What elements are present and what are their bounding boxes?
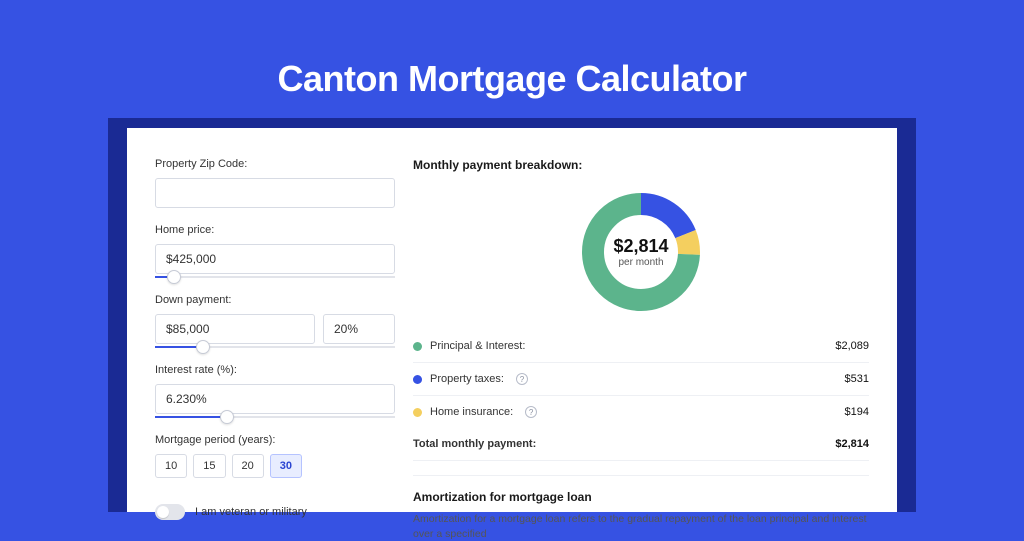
- amortization-title: Amortization for mortgage loan: [413, 490, 869, 504]
- legend-dot-icon: [413, 342, 422, 351]
- calculator-panel: Property Zip Code: Home price: Down paym…: [127, 128, 897, 512]
- amortization-text: Amortization for a mortgage loan refers …: [413, 512, 869, 541]
- zip-label: Property Zip Code:: [155, 158, 395, 170]
- toggle-knob-icon: [157, 506, 169, 518]
- donut-chart: $2,814 per month: [579, 190, 703, 314]
- interest-rate-slider[interactable]: [155, 416, 395, 418]
- legend-label: Principal & Interest:: [430, 340, 525, 352]
- interest-rate-input[interactable]: [155, 384, 395, 414]
- period-button-30[interactable]: 30: [270, 454, 302, 478]
- veteran-toggle[interactable]: [155, 504, 185, 520]
- interest-rate-label: Interest rate (%):: [155, 364, 395, 376]
- down-payment-label: Down payment:: [155, 294, 395, 306]
- legend-list: Principal & Interest: $2,089 Property taxe…: [413, 330, 869, 428]
- breakdown-title: Monthly payment breakdown:: [413, 158, 869, 172]
- legend-row: Home insurance:? $194: [413, 396, 869, 428]
- total-value: $2,814: [835, 438, 869, 450]
- down-payment-pct-input[interactable]: [323, 314, 395, 344]
- info-icon[interactable]: ?: [525, 406, 537, 418]
- donut-amount: $2,814: [613, 236, 668, 257]
- slider-handle-icon[interactable]: [196, 340, 210, 354]
- down-payment-input[interactable]: [155, 314, 315, 344]
- slider-handle-icon[interactable]: [167, 270, 181, 284]
- home-price-slider[interactable]: [155, 276, 395, 278]
- legend-value: $194: [845, 406, 869, 418]
- period-button-group: 1015 2030: [155, 454, 395, 478]
- breakdown-column: Monthly payment breakdown: $2,814 per mo…: [413, 158, 869, 512]
- period-button-20[interactable]: 20: [232, 454, 264, 478]
- legend-value: $2,089: [835, 340, 869, 352]
- legend-row: Principal & Interest: $2,089: [413, 330, 869, 363]
- info-icon[interactable]: ?: [516, 373, 528, 385]
- total-label: Total monthly payment:: [413, 438, 536, 450]
- total-row: Total monthly payment: $2,814: [413, 428, 869, 461]
- page-title: Canton Mortgage Calculator: [0, 0, 1024, 100]
- veteran-label: I am veteran or military: [195, 506, 307, 518]
- legend-value: $531: [845, 373, 869, 385]
- donut-sub: per month: [618, 257, 663, 268]
- period-label: Mortgage period (years):: [155, 434, 395, 446]
- zip-input[interactable]: [155, 178, 395, 208]
- period-button-10[interactable]: 10: [155, 454, 187, 478]
- down-payment-slider[interactable]: [155, 346, 395, 348]
- legend-label: Property taxes:: [430, 373, 504, 385]
- legend-dot-icon: [413, 408, 422, 417]
- form-column: Property Zip Code: Home price: Down paym…: [155, 158, 395, 512]
- legend-dot-icon: [413, 375, 422, 384]
- home-price-input[interactable]: [155, 244, 395, 274]
- home-price-label: Home price:: [155, 224, 395, 236]
- legend-label: Home insurance:: [430, 406, 513, 418]
- period-button-15[interactable]: 15: [193, 454, 225, 478]
- slider-handle-icon[interactable]: [220, 410, 234, 424]
- legend-row: Property taxes:? $531: [413, 363, 869, 396]
